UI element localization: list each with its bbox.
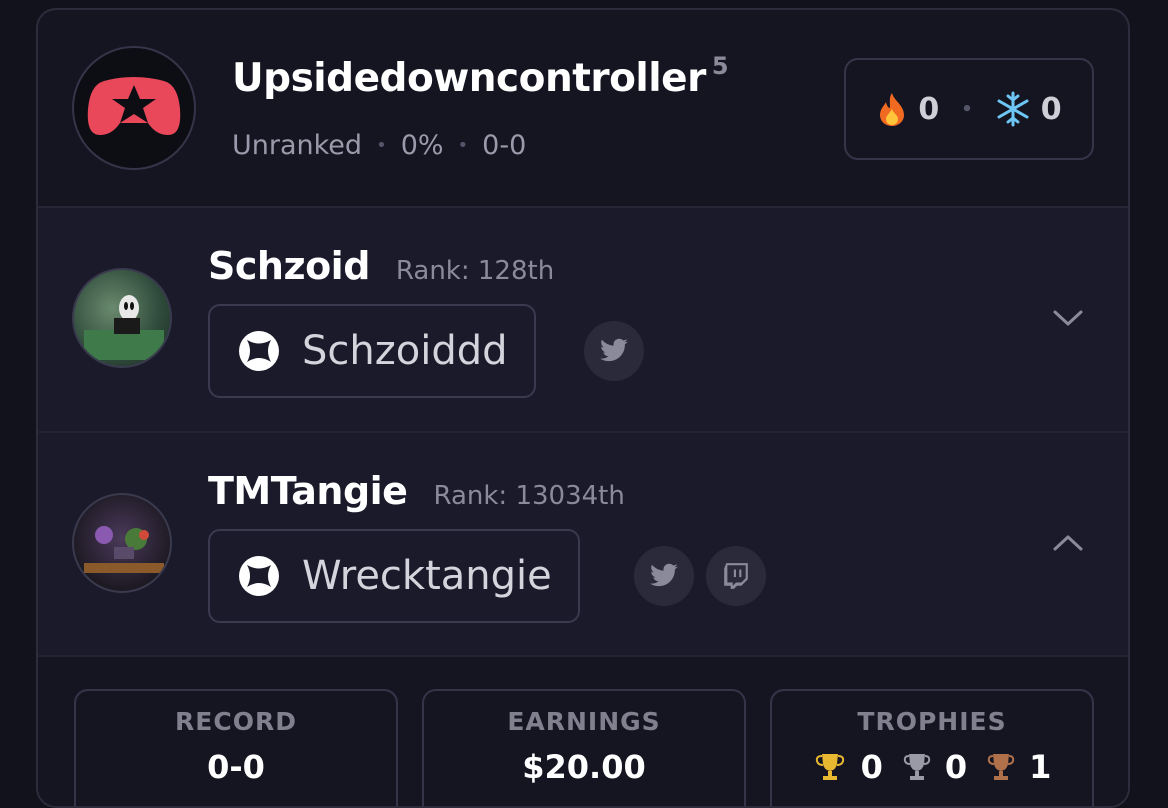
gamertag-text: Schzoiddd: [302, 328, 508, 374]
silver-trophy-icon: [903, 754, 931, 780]
team-name-row: Upsidedowncontroller 5: [232, 52, 729, 101]
separator-dot: •: [376, 135, 387, 156]
fire-icon: [876, 91, 908, 127]
team-rank-status: Unranked: [232, 130, 363, 161]
xbox-icon: [239, 556, 279, 596]
earnings-stat: EARNINGS $20.00: [422, 689, 746, 806]
separator-dot: •: [961, 98, 973, 120]
team-header: Upsidedowncontroller 5 Unranked • 0% • 0…: [38, 10, 1128, 208]
silver-trophy: 0: [903, 748, 967, 786]
record-label: RECORD: [175, 707, 297, 736]
player-row-tmtangie[interactable]: TMTangie Rank: 13034th Wrecktangie: [38, 433, 1128, 657]
team-win-pct: 0%: [400, 130, 444, 161]
gold-trophy: 0: [813, 748, 883, 786]
bronze-trophy: 1: [987, 748, 1051, 786]
player-avatar[interactable]: [72, 493, 172, 593]
hot-streak-count: 0: [918, 91, 940, 127]
gamertag-chip[interactable]: Schzoiddd: [208, 304, 536, 398]
xbox-icon: [239, 331, 279, 371]
player-name[interactable]: Schzoid: [208, 244, 370, 288]
streak-box: 0 • 0: [844, 58, 1094, 160]
gamertag-text: Wrecktangie: [302, 553, 552, 599]
player-rank: Rank: 128th: [395, 256, 555, 286]
player-name[interactable]: TMTangie: [208, 469, 408, 513]
player-rank: Rank: 13034th: [433, 481, 625, 511]
bronze-count: 1: [1029, 748, 1052, 786]
bronze-trophy-icon: [987, 754, 1015, 780]
player-row-schzoid[interactable]: Schzoid Rank: 128th Schzoiddd: [38, 208, 1128, 433]
twitter-icon: [650, 563, 678, 587]
expand-chevron-down-icon[interactable]: [1050, 300, 1086, 336]
record-stat: RECORD 0-0: [74, 689, 398, 806]
gold-count: 0: [860, 748, 883, 786]
earnings-value: $20.00: [522, 748, 646, 786]
record-value: 0-0: [207, 748, 265, 786]
twitter-link[interactable]: [584, 321, 644, 381]
collapse-chevron-up-icon[interactable]: [1050, 525, 1086, 561]
twitch-icon: [724, 563, 748, 589]
player-stats: RECORD 0-0 EARNINGS $20.00 TROPHIES 0 0 …: [38, 657, 1128, 806]
avatar-image: [84, 295, 164, 360]
avatar-image: [84, 526, 164, 573]
trophy-counts: 0 0 1: [772, 748, 1092, 786]
earnings-label: EARNINGS: [507, 707, 661, 736]
player-name-row: Schzoid Rank: 128th: [208, 244, 554, 288]
player-name-row: TMTangie Rank: 13034th: [208, 469, 625, 513]
silver-count: 0: [944, 748, 968, 786]
team-name[interactable]: Upsidedowncontroller: [232, 56, 706, 101]
snowflake-icon: [995, 91, 1031, 127]
twitch-link[interactable]: [706, 546, 766, 606]
team-logo[interactable]: [72, 46, 196, 170]
team-level: 5: [711, 52, 729, 80]
separator-dot: •: [457, 135, 469, 156]
cold-streak-count: 0: [1040, 91, 1062, 127]
player-avatar[interactable]: [72, 268, 172, 368]
trophies-stat: TROPHIES 0 0 1: [770, 689, 1094, 806]
team-summary: Unranked • 0% • 0-0: [232, 130, 526, 161]
controller-logo-icon: [87, 77, 181, 135]
twitter-icon: [600, 338, 628, 362]
team-card: Upsidedowncontroller 5 Unranked • 0% • 0…: [36, 8, 1130, 808]
team-record: 0-0: [482, 130, 527, 161]
gamertag-chip[interactable]: Wrecktangie: [208, 529, 580, 623]
twitter-link[interactable]: [634, 546, 694, 606]
trophies-label: TROPHIES: [857, 707, 1007, 736]
gold-trophy-icon: [815, 754, 844, 780]
